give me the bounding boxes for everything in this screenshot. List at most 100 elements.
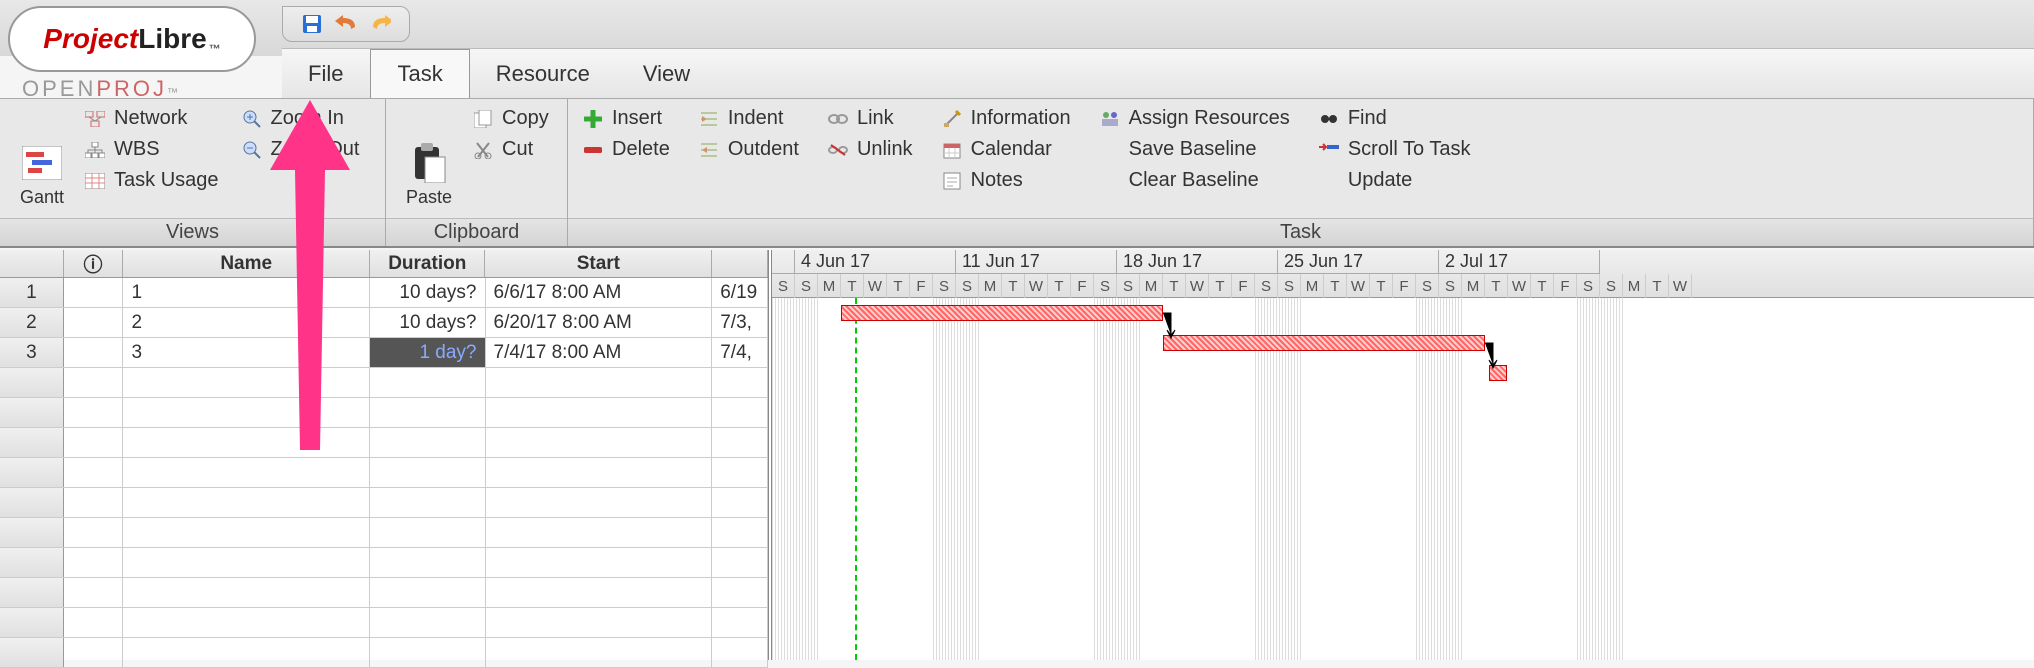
start-cell[interactable]: 6/20/17 8:00 AM (486, 308, 713, 337)
tab-resource[interactable]: Resource (470, 49, 617, 98)
paste-button[interactable]: Paste (396, 105, 462, 212)
duration-cell[interactable] (370, 548, 485, 577)
end-cell[interactable] (712, 608, 768, 637)
row-number[interactable] (0, 368, 64, 397)
row-number[interactable] (0, 608, 64, 637)
delete-button[interactable]: Delete (578, 136, 674, 163)
duration-cell[interactable] (370, 428, 485, 457)
start-cell[interactable] (486, 368, 713, 397)
name-cell[interactable] (123, 368, 370, 397)
network-button[interactable]: Network (80, 105, 223, 132)
start-cell[interactable] (486, 608, 713, 637)
row-number[interactable]: 3 (0, 338, 64, 367)
cut-button[interactable]: Cut (468, 136, 553, 163)
zoom-in-button[interactable]: Zoom In (237, 105, 364, 132)
end-cell[interactable] (712, 488, 768, 517)
tab-view[interactable]: View (617, 49, 717, 98)
row-number[interactable] (0, 428, 64, 457)
row-number[interactable] (0, 548, 64, 577)
col-header-duration[interactable]: Duration (370, 250, 485, 277)
duration-cell[interactable] (370, 578, 485, 607)
start-cell[interactable] (486, 518, 713, 547)
name-cell[interactable] (123, 548, 370, 577)
duration-cell[interactable]: 1 day? (370, 338, 485, 367)
table-row[interactable] (0, 458, 768, 488)
info-cell[interactable] (64, 458, 124, 487)
wbs-button[interactable]: WBS (80, 136, 223, 163)
gantt-body[interactable] (772, 298, 2034, 660)
task-usage-button[interactable]: Task Usage (80, 167, 223, 194)
end-cell[interactable]: 6/19 (712, 278, 768, 307)
table-row[interactable]: 331 day?7/4/17 8:00 AM7/4, (0, 338, 768, 368)
zoom-out-button[interactable]: Zoom Out (237, 136, 364, 163)
calendar-button[interactable]: Calendar (937, 136, 1075, 163)
duration-cell[interactable] (370, 368, 485, 397)
name-cell[interactable]: 2 (123, 308, 370, 337)
clear-baseline-button[interactable]: Clear Baseline (1095, 167, 1294, 194)
row-number[interactable]: 1 (0, 278, 64, 307)
update-button[interactable]: Update (1314, 167, 1475, 194)
gantt-chart[interactable]: 4 Jun 1711 Jun 1718 Jun 1725 Jun 172 Jul… (772, 250, 2034, 660)
name-cell[interactable] (123, 578, 370, 607)
notes-button[interactable]: Notes (937, 167, 1075, 194)
table-row[interactable] (0, 488, 768, 518)
end-cell[interactable] (712, 458, 768, 487)
col-header-name[interactable]: Name (123, 250, 370, 277)
find-button[interactable]: Find (1314, 105, 1475, 132)
row-number[interactable] (0, 578, 64, 607)
assign-resources-button[interactable]: Assign Resources (1095, 105, 1294, 132)
start-cell[interactable] (486, 398, 713, 427)
copy-button[interactable]: Copy (468, 105, 553, 132)
tab-task[interactable]: Task (370, 49, 469, 98)
duration-cell[interactable] (370, 638, 485, 667)
end-cell[interactable]: 7/3, (712, 308, 768, 337)
table-row[interactable] (0, 368, 768, 398)
info-cell[interactable] (64, 578, 124, 607)
gantt-button[interactable]: Gantt (10, 105, 74, 212)
info-cell[interactable] (64, 638, 124, 667)
start-cell[interactable] (486, 428, 713, 457)
info-cell[interactable] (64, 398, 124, 427)
table-row[interactable] (0, 398, 768, 428)
undo-icon[interactable] (335, 13, 357, 35)
redo-icon[interactable] (369, 13, 391, 35)
row-number[interactable] (0, 398, 64, 427)
table-row[interactable] (0, 578, 768, 608)
duration-cell[interactable] (370, 398, 485, 427)
end-cell[interactable] (712, 368, 768, 397)
gantt-bar[interactable] (1163, 335, 1485, 351)
info-cell[interactable] (64, 308, 124, 337)
start-cell[interactable] (486, 458, 713, 487)
row-number[interactable] (0, 458, 64, 487)
name-cell[interactable]: 3 (123, 338, 370, 367)
indent-button[interactable]: Indent (694, 105, 803, 132)
start-cell[interactable]: 6/6/17 8:00 AM (486, 278, 713, 307)
info-cell[interactable] (64, 548, 124, 577)
row-number[interactable] (0, 638, 64, 667)
end-cell[interactable] (712, 638, 768, 667)
duration-cell[interactable] (370, 608, 485, 637)
name-cell[interactable] (123, 488, 370, 517)
row-number[interactable] (0, 488, 64, 517)
save-baseline-button[interactable]: Save Baseline (1095, 136, 1294, 163)
start-cell[interactable] (486, 488, 713, 517)
info-cell[interactable] (64, 278, 124, 307)
table-row[interactable] (0, 548, 768, 578)
outdent-button[interactable]: Outdent (694, 136, 803, 163)
name-cell[interactable] (123, 638, 370, 667)
name-cell[interactable] (123, 398, 370, 427)
tab-file[interactable]: File (282, 49, 370, 98)
info-cell[interactable] (64, 428, 124, 457)
info-cell[interactable] (64, 338, 124, 367)
name-cell[interactable] (123, 518, 370, 547)
col-header-start[interactable]: Start (485, 250, 712, 277)
start-cell[interactable] (486, 548, 713, 577)
duration-cell[interactable] (370, 488, 485, 517)
information-button[interactable]: Information (937, 105, 1075, 132)
table-row[interactable]: 1110 days?6/6/17 8:00 AM6/19 (0, 278, 768, 308)
table-row[interactable] (0, 428, 768, 458)
info-cell[interactable] (64, 518, 124, 547)
info-cell[interactable] (64, 488, 124, 517)
name-cell[interactable] (123, 428, 370, 457)
start-cell[interactable] (486, 578, 713, 607)
